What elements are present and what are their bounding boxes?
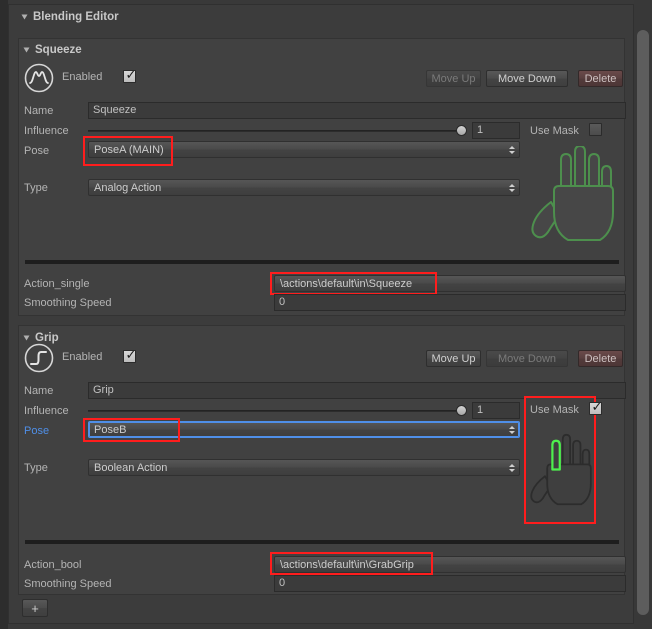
squeeze-name-label: Name <box>24 105 54 117</box>
blending-editor-foldout[interactable]: Blending Editor <box>21 11 119 23</box>
squeeze-influence-label: Influence <box>24 125 69 137</box>
squeeze-pose-dropdown[interactable]: PoseA (MAIN) <box>88 141 520 158</box>
squeeze-move-up-button[interactable]: Move Up <box>426 70 481 87</box>
chevron-down-icon <box>23 335 30 341</box>
grip-name-label: Name <box>24 385 54 397</box>
squeeze-hand-mask-graphic[interactable] <box>528 145 620 249</box>
squeeze-title: Squeeze <box>35 44 82 56</box>
squeeze-use-mask-checkbox[interactable] <box>589 123 602 136</box>
squeeze-pose-label: Pose <box>24 145 50 157</box>
grip-action-dropdown[interactable]: \actions\default\in\GrabGrip <box>274 556 626 573</box>
squeeze-action-label: Action_single <box>24 278 90 290</box>
squeeze-action-value: \actions\default\in\Squeeze <box>280 277 413 290</box>
window-left-edge <box>0 0 8 629</box>
chevron-updown-icon <box>509 463 515 472</box>
grip-pose-label: Pose <box>24 425 50 437</box>
squeeze-move-down-button[interactable]: Move Down <box>486 70 568 87</box>
chevron-down-icon <box>21 14 28 20</box>
vertical-scrollbar-thumb[interactable] <box>637 30 649 615</box>
grip-index-finger-highlight <box>551 439 561 471</box>
chevron-down-icon <box>23 47 30 53</box>
squeeze-foldout[interactable]: Squeeze <box>23 44 82 56</box>
squeeze-use-mask-label: Use Mask <box>530 125 579 137</box>
blending-editor-title: Blending Editor <box>33 11 119 23</box>
chevron-updown-icon <box>509 145 515 154</box>
grip-pose-dropdown[interactable]: PoseB <box>88 421 520 438</box>
grip-influence-slider-knob[interactable] <box>456 405 467 416</box>
grip-influence-value-input[interactable]: 1 <box>472 402 520 419</box>
squeeze-type-label: Type <box>24 182 48 194</box>
squeeze-pose-value: PoseA (MAIN) <box>94 143 164 156</box>
inspector-window: Blending Editor Squeeze Enabled ✓ Move U… <box>0 0 652 629</box>
squeeze-type-dropdown[interactable]: Analog Action <box>88 179 520 196</box>
grip-move-down-button[interactable]: Move Down <box>486 350 568 367</box>
grip-influence-slider-track[interactable] <box>88 410 466 412</box>
grip-enabled-label: Enabled <box>62 351 103 363</box>
grip-hand-mask-graphic[interactable] <box>528 425 596 523</box>
squeeze-divider <box>25 260 619 264</box>
grip-smoothing-input[interactable]: 0 <box>274 575 626 592</box>
check-icon: ✓ <box>125 68 137 83</box>
grip-divider <box>25 540 619 544</box>
squeeze-type-value: Analog Action <box>94 181 162 194</box>
grip-type-value: Boolean Action <box>94 461 168 474</box>
grip-type-dropdown[interactable]: Boolean Action <box>88 459 520 476</box>
grip-influence-label: Influence <box>24 405 69 417</box>
chevron-updown-icon <box>509 183 515 192</box>
chevron-updown-icon <box>509 425 515 434</box>
grip-action-value: \actions\default\in\GrabGrip <box>280 558 414 571</box>
squeeze-name-input[interactable]: Squeeze <box>88 102 626 119</box>
squeeze-influence-slider-knob[interactable] <box>456 125 467 136</box>
step-curve-icon <box>24 343 54 376</box>
grip-smoothing-label: Smoothing Speed <box>24 578 112 590</box>
check-icon: ✓ <box>591 400 603 415</box>
squeeze-action-dropdown[interactable]: \actions\default\in\Squeeze <box>274 275 626 292</box>
grip-move-up-button[interactable]: Move Up <box>426 350 481 367</box>
squeeze-enabled-label: Enabled <box>62 71 103 83</box>
squeeze-influence-slider-track[interactable] <box>88 130 466 132</box>
gaussian-curve-icon <box>24 63 54 96</box>
grip-delete-button[interactable]: Delete <box>578 350 623 367</box>
add-block-button[interactable]: + <box>22 599 48 617</box>
squeeze-smoothing-input[interactable]: 0 <box>274 294 626 311</box>
squeeze-smoothing-label: Smoothing Speed <box>24 297 112 309</box>
check-icon: ✓ <box>125 348 137 363</box>
grip-action-label: Action_bool <box>24 559 82 571</box>
grip-use-mask-checkbox[interactable]: ✓ <box>589 400 603 415</box>
grip-type-label: Type <box>24 462 48 474</box>
squeeze-delete-button[interactable]: Delete <box>578 70 623 87</box>
squeeze-enabled-checkbox[interactable]: ✓ <box>123 68 137 83</box>
squeeze-influence-value-input[interactable]: 1 <box>472 122 520 139</box>
grip-pose-value: PoseB <box>94 423 127 436</box>
grip-enabled-checkbox[interactable]: ✓ <box>123 348 137 363</box>
grip-use-mask-label: Use Mask <box>530 404 579 416</box>
